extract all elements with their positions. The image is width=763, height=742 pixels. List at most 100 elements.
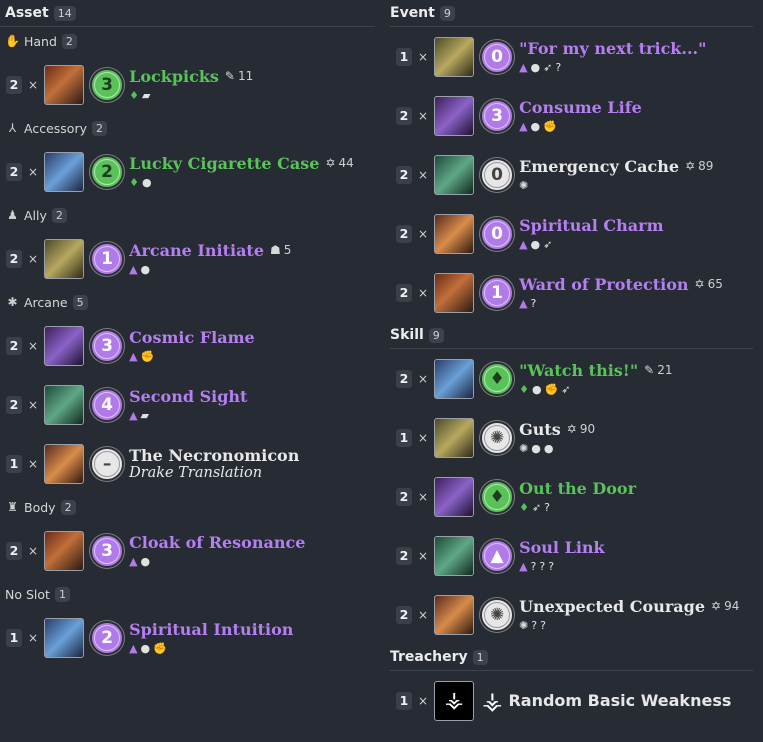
- card-row[interactable]: 2 × 3 Consume Life ▲ ● ✊: [390, 86, 753, 145]
- card-quantity: 2: [396, 369, 412, 388]
- card-name-line: "Watch this!" ✎ 21: [519, 361, 672, 380]
- times-sign: ×: [418, 285, 429, 300]
- card-row[interactable]: 2 × ♦ "Watch this!" ✎ 21 ♦ ● ✊ ➶: [390, 349, 753, 408]
- card-name[interactable]: Soul Link: [519, 538, 605, 557]
- card-quantity: 2: [396, 283, 412, 302]
- willpower-icon: ●: [141, 175, 152, 189]
- card-thumbnail[interactable]: [44, 530, 85, 571]
- skill-class-icon: ✺: [480, 420, 515, 455]
- cost-value: 0: [484, 43, 511, 70]
- card-name[interactable]: Random Basic Weakness: [508, 691, 731, 710]
- card-row[interactable]: 2 × ♦ Out the Door ♦ ➶?: [390, 467, 753, 526]
- card-name[interactable]: Guts: [519, 420, 561, 439]
- neutral-icon: ✺: [519, 441, 529, 455]
- card-row[interactable]: 2 × 0 Emergency Cache ✡ 89 ✺: [390, 145, 753, 204]
- card-name[interactable]: "Watch this!": [519, 361, 638, 380]
- card-thumbnail[interactable]: [434, 272, 475, 313]
- cost-value: –: [94, 450, 121, 477]
- card-name[interactable]: Cloak of Resonance: [129, 533, 305, 552]
- card-row[interactable]: 1 × 0 "For my next trick..." ▲ ● ➶?: [390, 27, 753, 86]
- card-name-line: Consume Life: [519, 98, 642, 117]
- card-name[interactable]: Spiritual Intuition: [129, 620, 293, 639]
- xp-value: 94: [724, 599, 740, 613]
- cost-value: 2: [94, 158, 121, 185]
- weakness-thumbnail[interactable]: ⚶: [434, 680, 475, 721]
- brain-icon: ✎: [224, 69, 235, 83]
- skill-icons: ▲ ● ✊: [129, 642, 293, 656]
- neutral-icon: ✺: [519, 618, 529, 632]
- card-name[interactable]: Lockpicks: [129, 67, 219, 86]
- card-thumbnail[interactable]: [434, 213, 475, 254]
- skill-icons: ✺ ● ●: [519, 442, 595, 456]
- card-thumbnail[interactable]: [434, 154, 475, 195]
- card-thumbnail[interactable]: [44, 64, 85, 105]
- card-name[interactable]: Out the Door: [519, 479, 636, 498]
- card-name-line: Spiritual Charm: [519, 216, 663, 235]
- card-thumbnail[interactable]: [434, 417, 475, 458]
- card-name[interactable]: Second Sight: [129, 387, 247, 406]
- card-thumbnail[interactable]: [434, 594, 475, 635]
- agility-icon: ➶: [561, 382, 571, 396]
- card-thumbnail[interactable]: [44, 151, 85, 192]
- card-row[interactable]: 2 × 1 Arcane Initiate ☗ 5 ▲ ●: [0, 229, 375, 288]
- class-symbol-icon: ♦: [484, 483, 511, 510]
- times-sign: ×: [28, 251, 39, 266]
- card-name[interactable]: Lucky Cigarette Case: [129, 154, 319, 173]
- card-thumbnail[interactable]: [44, 238, 85, 279]
- card-name[interactable]: Spiritual Charm: [519, 216, 663, 235]
- card-name[interactable]: Ward of Protection: [519, 275, 688, 294]
- skill-icons: ▲ ● ➶?: [519, 61, 706, 75]
- card-thumbnail[interactable]: [44, 617, 85, 658]
- xp-value: 5: [283, 243, 292, 257]
- card-thumbnail[interactable]: [434, 36, 475, 77]
- xp-value: 89: [698, 159, 714, 173]
- card-name[interactable]: Arcane Initiate: [129, 241, 264, 260]
- section-title: Asset: [5, 5, 49, 21]
- mystic-icon: ▲: [129, 641, 138, 655]
- cost-value: 3: [94, 71, 121, 98]
- willpower-icon: ●: [531, 382, 542, 396]
- card-row[interactable]: 2 × 0 Spiritual Charm ▲ ● ➶: [390, 204, 753, 263]
- card-thumbnail[interactable]: [44, 384, 85, 425]
- card-thumbnail[interactable]: [434, 358, 475, 399]
- cost-value: 0: [484, 220, 511, 247]
- card-thumbnail[interactable]: [434, 476, 475, 517]
- card-row[interactable]: 2 × ▲ Soul Link ▲???: [390, 526, 753, 585]
- card-row[interactable]: 1 × ✺ Guts ✡ 90 ✺ ● ●: [390, 408, 753, 467]
- card-quantity: 2: [6, 541, 22, 560]
- mystic-icon: ▲: [129, 262, 138, 276]
- card-name-line: Lockpicks ✎ 11: [129, 67, 253, 86]
- card-thumbnail[interactable]: [434, 95, 475, 136]
- card-thumbnail[interactable]: [44, 443, 85, 484]
- card-name[interactable]: Cosmic Flame: [129, 328, 255, 347]
- slot-count: 5: [72, 294, 88, 310]
- card-thumbnail[interactable]: [434, 535, 475, 576]
- asset-slot-groups: ✋ Hand 2 2 × 3 Lockpicks ✎ 11 ♦ ▰ ⅄ Accessory 2 2 × 2 Luc…: [0, 27, 375, 667]
- card-name[interactable]: "For my next trick...": [519, 39, 706, 58]
- slot-count: 2: [61, 33, 77, 49]
- card-name[interactable]: Emergency Cache: [519, 157, 679, 176]
- slot-count: 2: [60, 499, 76, 515]
- card-row[interactable]: 1 × 2 Spiritual Intuition ▲ ● ✊: [0, 608, 375, 667]
- card-row[interactable]: 2 × ✺ Unexpected Courage ✡ 94 ✺??: [390, 585, 753, 644]
- card-row[interactable]: 2 × 2 Lucky Cigarette Case ✡ 44 ♦ ●: [0, 142, 375, 201]
- card-name[interactable]: Consume Life: [519, 98, 642, 117]
- card-name[interactable]: The Necronomicon: [129, 446, 299, 465]
- card-row[interactable]: 2 × 3 Lockpicks ✎ 11 ♦ ▰: [0, 55, 375, 114]
- skill-icons: ▲ ✊: [129, 350, 255, 364]
- card-row[interactable]: 2 × 3 Cloak of Resonance ▲ ●: [0, 521, 375, 580]
- xp-value: 65: [707, 277, 723, 291]
- asset-column: Asset 14 ✋ Hand 2 2 × 3 Lockpicks ✎ 11 ♦ ▰ ⅄ Accesso…: [0, 0, 375, 667]
- card-row[interactable]: 1 × ⚶ ⚶ Random Basic Weakness: [390, 671, 753, 730]
- card-thumbnail[interactable]: [44, 325, 85, 366]
- cost-circle: 3: [480, 98, 515, 133]
- card-row[interactable]: 2 × 4 Second Sight ▲ ▰: [0, 375, 375, 434]
- card-row[interactable]: 2 × 3 Cosmic Flame ▲ ✊: [0, 316, 375, 375]
- card-row[interactable]: 2 × 1 Ward of Protection ✡ 65 ▲?: [390, 263, 753, 322]
- cost-circle: –: [90, 446, 125, 481]
- card-quantity: 2: [6, 395, 22, 414]
- cost-value: 2: [94, 624, 121, 651]
- times-sign: ×: [418, 607, 429, 622]
- card-name[interactable]: Unexpected Courage: [519, 597, 705, 616]
- card-row[interactable]: 1 × – The Necronomicon Drake Translation: [0, 434, 375, 493]
